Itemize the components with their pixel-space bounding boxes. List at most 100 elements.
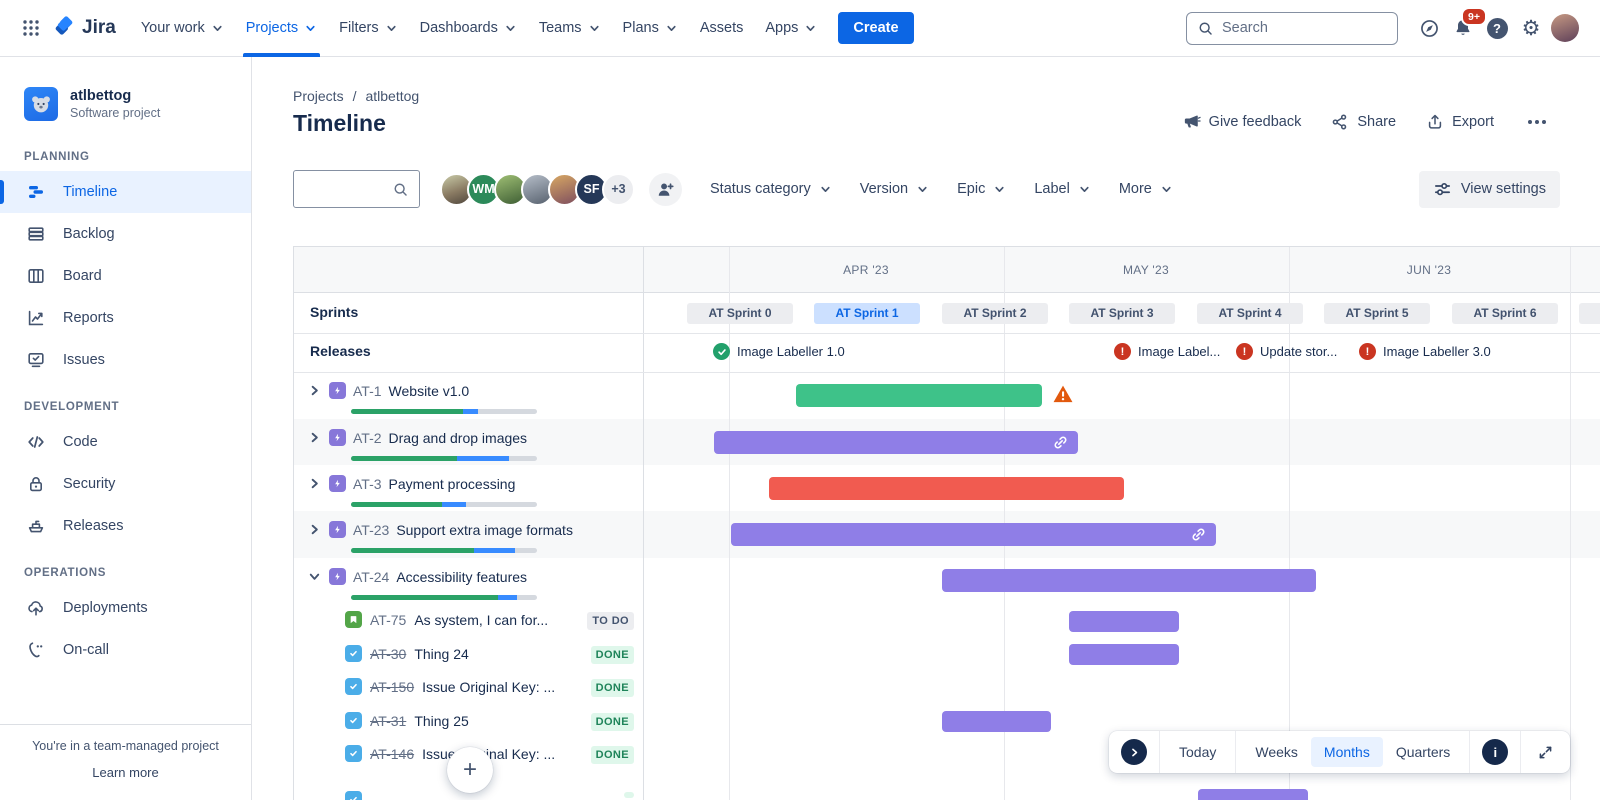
nav-item-filters[interactable]: Filters [328, 12, 408, 44]
sidebar-item-on-call[interactable]: On-call [0, 629, 251, 671]
gantt-bar-at-31[interactable] [942, 711, 1051, 732]
chevron-right-icon[interactable] [307, 383, 322, 398]
issue-row[interactable]: AT-75 As system, I can for... TO DO [294, 604, 643, 637]
filter-epic[interactable]: Epic [943, 173, 1020, 205]
global-search-input[interactable] [1222, 20, 1387, 36]
breadcrumb-projects[interactable]: Projects [293, 88, 344, 104]
gantt-bar-at-75[interactable] [1069, 611, 1179, 632]
global-search[interactable] [1186, 11, 1398, 45]
nav-item-apps[interactable]: Apps [754, 12, 828, 44]
quarters-button[interactable]: Quarters [1383, 737, 1463, 767]
weeks-button[interactable]: Weeks [1242, 737, 1311, 767]
search-icon [394, 183, 407, 196]
filter-label[interactable]: Label [1020, 173, 1104, 205]
more-options-button[interactable] [1524, 116, 1550, 128]
timeline-zoom-controls: Today Weeks Months Quarters i [1109, 731, 1571, 773]
sprint-chip[interactable]: AT Sprint 4 [1197, 303, 1303, 324]
sprint-chip[interactable]: AT Sprint 2 [942, 303, 1048, 324]
section-label-development: DEVELOPMENT [24, 401, 120, 413]
timeline-search[interactable] [293, 170, 420, 208]
collapse-panel-button[interactable] [1121, 739, 1147, 765]
sidebar-item-timeline[interactable]: Timeline [0, 171, 251, 213]
add-people-button[interactable] [649, 172, 682, 206]
filter-status-category[interactable]: Status category [696, 173, 846, 205]
avatar-overflow-count[interactable]: +3 [602, 172, 635, 206]
app-switcher-icon[interactable] [14, 11, 48, 45]
jira-logo[interactable]: Jira [52, 16, 116, 40]
gantt-bar-at-23[interactable] [731, 523, 1216, 546]
nav-item-teams[interactable]: Teams [528, 12, 612, 44]
release-marker[interactable]: ! Image Label... [1114, 343, 1220, 360]
create-issue-fab[interactable]: + [447, 747, 493, 793]
epic-row-expanded[interactable]: AT-24 Accessibility features [294, 558, 643, 604]
today-button[interactable]: Today [1166, 737, 1229, 767]
timeline-search-input[interactable] [304, 181, 392, 197]
filter-version[interactable]: Version [846, 173, 943, 205]
fullscreen-icon[interactable] [1527, 744, 1564, 761]
gantt-bar-at-24[interactable] [942, 569, 1316, 592]
header-actions: Give feedback Share Export [1182, 112, 1550, 131]
release-marker[interactable]: Image Labeller 1.0 [713, 343, 845, 360]
epic-row[interactable]: AT-1 Website v1.0 [294, 372, 643, 418]
sidebar-item-board[interactable]: Board [0, 255, 251, 297]
divider [1159, 731, 1160, 773]
epic-row[interactable]: AT-2 Drag and drop images [294, 419, 643, 465]
sidebar-item-security[interactable]: Security [0, 463, 251, 505]
gantt-bar-at-2[interactable] [714, 431, 1078, 454]
gantt-bar-partial[interactable] [1198, 789, 1308, 800]
chevron-down-icon[interactable] [307, 569, 322, 584]
nav-item-plans[interactable]: Plans [612, 12, 689, 44]
sidebar-item-releases[interactable]: Releases [0, 505, 251, 547]
issue-row[interactable]: AT-30 Thing 24 DONE [294, 638, 643, 671]
sprint-chip[interactable]: AT Sprint 0 [687, 303, 793, 324]
gantt-bar-at-3[interactable] [769, 477, 1124, 500]
discover-icon[interactable] [1412, 11, 1446, 45]
gantt-bar-at-1[interactable] [796, 384, 1042, 407]
nav-item-projects[interactable]: Projects [235, 12, 328, 57]
sidebar-item-deployments[interactable]: Deployments [0, 587, 251, 629]
epic-row[interactable]: AT-23 Support extra image formats [294, 511, 643, 557]
chevron-right-icon[interactable] [307, 476, 322, 491]
project-type: Software project [70, 106, 161, 120]
months-button[interactable]: Months [1310, 737, 1383, 767]
settings-gear-icon[interactable]: ⚙ [1514, 11, 1548, 45]
nav-item-your-work[interactable]: Your work [130, 12, 235, 44]
chevron-right-icon[interactable] [307, 430, 322, 445]
share-button[interactable]: Share [1331, 113, 1396, 131]
sprint-chip[interactable]: AT Sprint 6 [1452, 303, 1558, 324]
sidebar-item-issues[interactable]: Issues [0, 339, 251, 381]
sidebar-item-label: Releases [63, 518, 124, 534]
sprint-chip[interactable]: AT Sprint 3 [1069, 303, 1175, 324]
notifications-icon[interactable]: 9+ [1446, 7, 1487, 45]
learn-more-link[interactable]: Learn more [92, 765, 158, 780]
sprint-chip-active[interactable]: AT Sprint 1 [814, 303, 920, 324]
sprints-row-label: Sprints [310, 304, 359, 320]
nav-item-dashboards[interactable]: Dashboards [409, 12, 528, 44]
give-feedback-button[interactable]: Give feedback [1182, 112, 1301, 131]
sidebar-item-code[interactable]: Code [0, 421, 251, 463]
release-warning-icon: ! [1114, 343, 1131, 360]
sprint-chip[interactable]: AT Sprint 5 [1324, 303, 1430, 324]
issue-title: Support extra image formats [396, 521, 573, 538]
issue-row[interactable]: AT-31 Thing 25 DONE [294, 705, 643, 738]
project-header[interactable]: atlbettog Software project [0, 57, 251, 131]
sidebar-item-backlog[interactable]: Backlog [0, 213, 251, 255]
create-button[interactable]: Create [838, 12, 914, 44]
sprint-chip-partial[interactable] [1579, 303, 1600, 324]
release-check-icon [713, 343, 730, 360]
release-marker[interactable]: ! Image Labeller 3.0 [1359, 343, 1491, 360]
release-marker[interactable]: ! Update stor... [1236, 343, 1337, 360]
epic-row[interactable]: AT-3 Payment processing [294, 465, 643, 511]
user-avatar[interactable] [1548, 11, 1582, 45]
breadcrumb-site[interactable]: atlbettog [365, 88, 419, 104]
export-button[interactable]: Export [1426, 113, 1494, 131]
info-button[interactable]: i [1482, 739, 1509, 765]
view-settings-button[interactable]: View settings [1418, 170, 1560, 208]
issue-row[interactable]: AT-150 Issue Original Key: ... DONE [294, 671, 643, 704]
sidebar-item-reports[interactable]: Reports [0, 297, 251, 339]
nav-item-assets[interactable]: Assets [689, 12, 755, 44]
chevron-right-icon[interactable] [307, 522, 322, 537]
gantt-bar-at-30[interactable] [1069, 644, 1179, 665]
filter-more[interactable]: More [1105, 173, 1187, 205]
warning-triangle-icon[interactable] [1052, 383, 1074, 405]
